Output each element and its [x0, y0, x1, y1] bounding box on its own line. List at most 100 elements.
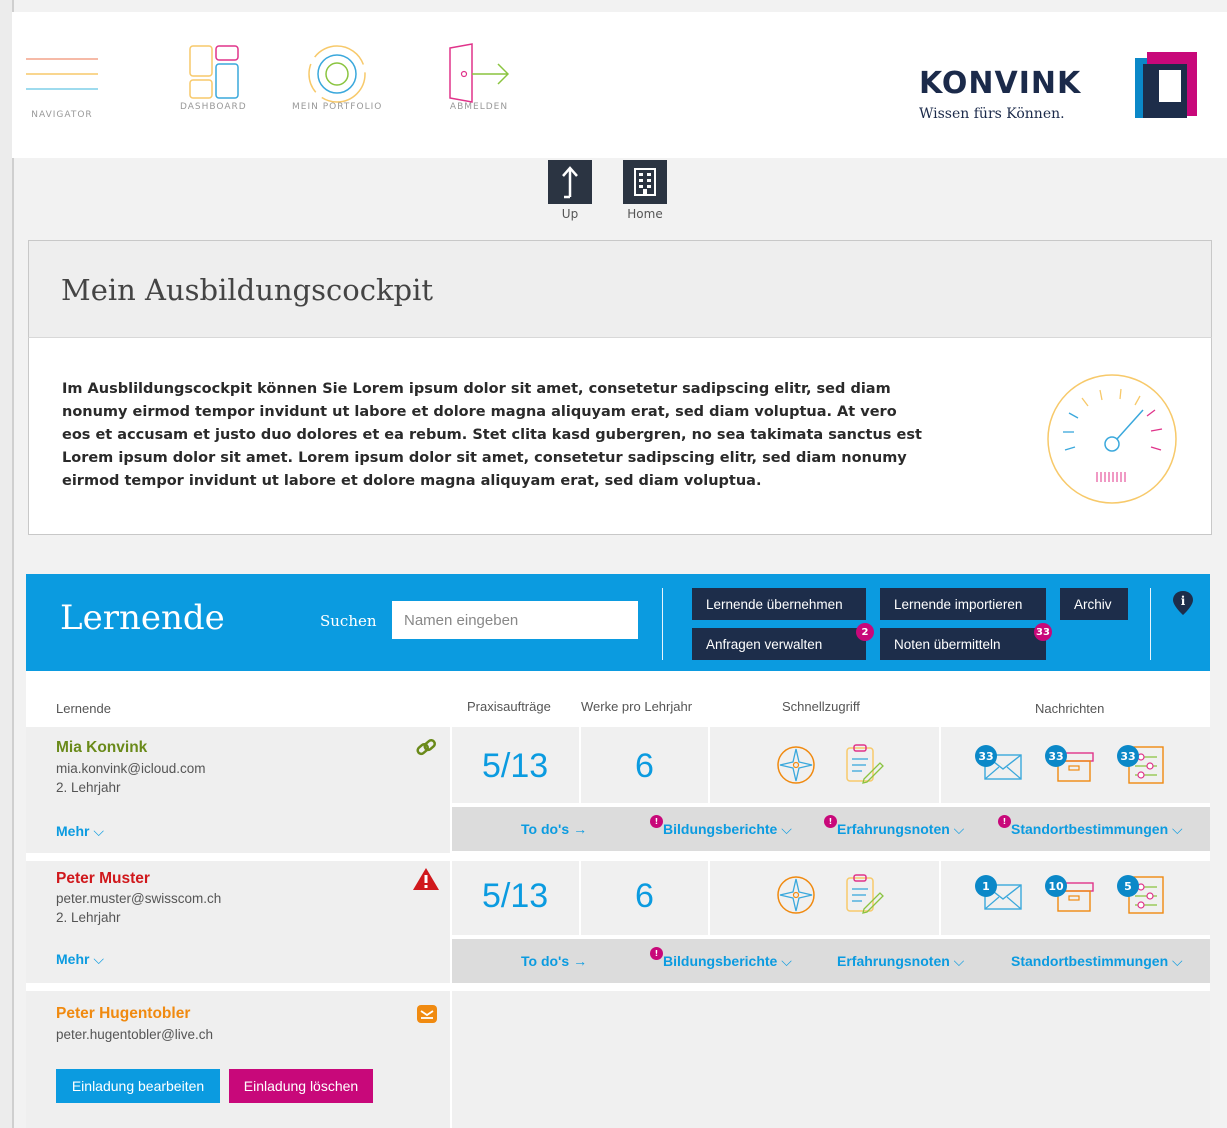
lernende-title: Lernende [60, 598, 225, 638]
erfahrungsnoten-link[interactable]: Erfahrungsnoten ⌵ [837, 821, 964, 838]
standortbestimmungen-label: Standortbestimmungen [1011, 953, 1169, 969]
portfolio-circles-icon [308, 45, 366, 103]
learner-year: 2. Lehrjahr [56, 910, 121, 925]
empty-row-area [452, 991, 1210, 1128]
chevron-down-icon: ⌵ [953, 821, 965, 837]
erfahrungsnoten-link[interactable]: Erfahrungsnoten ⌵ [837, 953, 964, 970]
werke-cell[interactable]: 6 [581, 861, 708, 935]
nav-portfolio-label: MEIN PORTFOLIO [292, 102, 383, 112]
chevron-down-icon: ⌵ [953, 953, 965, 969]
search-label: Suchen [320, 612, 377, 630]
lernende-importieren-button[interactable]: Lernende importieren [880, 588, 1046, 620]
svg-text:i: i [1181, 594, 1186, 608]
mehr-toggle[interactable]: Mehr ⌵ [56, 823, 104, 840]
nav-navigator[interactable]: NAVIGATOR [26, 50, 98, 120]
archive-count-badge: 10 [1045, 875, 1067, 897]
werke-value: 6 [635, 877, 654, 915]
archiv-button[interactable]: Archiv [1060, 588, 1128, 620]
settings-count-badge: 5 [1117, 875, 1139, 897]
anfragen-verwalten-button[interactable]: Anfragen verwalten [692, 628, 866, 660]
arrow-up-icon [562, 166, 578, 199]
header-divider [1150, 588, 1151, 660]
settings-count-badge: 33 [1117, 745, 1139, 767]
praxis-value: 5/13 [482, 747, 549, 785]
logo-mark-icon [1135, 52, 1197, 118]
nav-navigator-label: NAVIGATOR [31, 110, 93, 120]
nachrichten-cell: 1 10 5 [941, 861, 1210, 935]
dashboard-tiles-icon [189, 45, 240, 99]
nav-dashboard-label: DASHBOARD [180, 102, 247, 112]
home-button[interactable]: Home [623, 160, 667, 221]
nav-logout-label: ABMELDEN [449, 102, 509, 112]
konvink-logo[interactable]: KONVINK Wissen fürs Können. [919, 50, 1199, 150]
learner-email: peter.hugentobler@live.ch [56, 1027, 214, 1042]
chevron-down-icon: ⌵ [93, 951, 104, 967]
schnellzugriff-cell [710, 861, 939, 935]
archive-count-badge: 33 [1045, 745, 1067, 767]
chevron-down-icon: ⌵ [1172, 953, 1183, 969]
link-icon [416, 739, 436, 756]
table-row[interactable]: Peter Muster peter.muster@swisscom.ch 2.… [26, 861, 450, 983]
praxis-cell[interactable]: 5/13 [452, 727, 579, 803]
info-icon[interactable]: i [1172, 590, 1194, 616]
nav-logout[interactable]: ABMELDEN [444, 43, 514, 112]
compass-icon[interactable] [776, 875, 816, 915]
bildungsberichte-link[interactable]: Bildungsberichte ⌵ [663, 821, 792, 838]
logout-door-icon [449, 43, 510, 103]
nav-dashboard[interactable]: DASHBOARD [180, 45, 247, 112]
bildungsberichte-label: Bildungsberichte [663, 821, 778, 837]
noten-count-badge: 33 [1034, 623, 1052, 641]
learner-year: 2. Lehrjahr [56, 780, 121, 795]
learner-name[interactable]: Mia Konvink [56, 739, 147, 757]
mail-count-badge: 33 [975, 745, 997, 767]
alert-dot: ! [824, 815, 837, 828]
col-nachrichten: Nachrichten [1035, 701, 1105, 716]
learner-name[interactable]: Peter Muster [56, 870, 150, 888]
einladung-bearbeiten-button[interactable]: Einladung bearbeiten [56, 1069, 220, 1103]
todos-link[interactable]: To do's → [521, 953, 587, 969]
table-row[interactable]: Peter Hugentobler peter.hugentobler@live… [26, 991, 450, 1128]
einladung-loeschen-button[interactable]: Einladung löschen [229, 1069, 373, 1103]
alert-dot: ! [650, 815, 663, 828]
werke-cell[interactable]: 6 [581, 727, 708, 803]
nav-portfolio[interactable]: MEIN PORTFOLIO [292, 45, 383, 112]
learner-email: peter.muster@swisscom.ch [56, 891, 222, 906]
nachrichten-cell: 33 33 33 [941, 727, 1210, 803]
praxis-value: 5/13 [482, 877, 549, 915]
standortbestimmungen-link[interactable]: Standortbestimmungen ⌵ [1011, 953, 1183, 970]
todos-link[interactable]: To do's → [521, 821, 587, 837]
noten-uebermitteln-button[interactable]: Noten übermitteln [880, 628, 1046, 660]
learner-name[interactable]: Peter Hugentobler [56, 1005, 190, 1023]
compass-icon[interactable] [776, 745, 816, 785]
lernende-uebernehmen-button[interactable]: Lernende übernehmen [692, 588, 866, 620]
chevron-down-icon: ⌵ [1172, 821, 1183, 837]
standortbestimmungen-label: Standortbestimmungen [1011, 821, 1169, 837]
clipboard-edit-icon[interactable] [842, 873, 886, 915]
bildungsberichte-label: Bildungsberichte [663, 953, 778, 969]
learner-email: mia.konvink@icloud.com [56, 761, 206, 776]
alert-dot: ! [998, 815, 1011, 828]
bildungsberichte-link[interactable]: Bildungsberichte ⌵ [663, 953, 792, 970]
lernende-header: Lernende Suchen Lernende übernehmen Lern… [26, 574, 1210, 671]
praxis-cell[interactable]: 5/13 [452, 861, 579, 935]
search-input[interactable] [392, 601, 638, 639]
home-label: Home [627, 207, 663, 221]
standortbestimmungen-link[interactable]: Standortbestimmungen ⌵ [1011, 821, 1183, 838]
speedometer-icon [1047, 374, 1177, 504]
col-lernende: Lernende [56, 701, 111, 716]
lernende-table: Lernende Praxisaufträge Werke pro Lehrja… [26, 671, 1210, 1128]
mehr-label: Mehr [56, 823, 90, 839]
up-button[interactable]: Up [548, 160, 592, 221]
page-title: Mein Ausbildungscockpit [61, 273, 434, 307]
mehr-toggle[interactable]: Mehr ⌵ [56, 951, 104, 968]
up-label: Up [561, 207, 579, 221]
sub-links-row: To do's → ! Bildungsberichte ⌵ Erfahrung… [452, 939, 1210, 983]
table-row[interactable]: Mia Konvink mia.konvink@icloud.com 2. Le… [26, 727, 450, 853]
col-praxis: Praxisaufträge [467, 699, 551, 714]
clipboard-edit-icon[interactable] [842, 743, 886, 785]
anfragen-count-badge: 2 [856, 623, 874, 641]
mail-count-badge: 1 [975, 875, 997, 897]
top-header: NAVIGATOR DASHBOARD MEIN PORTFOLIO ABMEL… [12, 12, 1227, 158]
sub-links-row: To do's → ! Bildungsberichte ⌵ ! Erfahru… [452, 807, 1210, 851]
erfahrungsnoten-label: Erfahrungsnoten [837, 821, 950, 837]
